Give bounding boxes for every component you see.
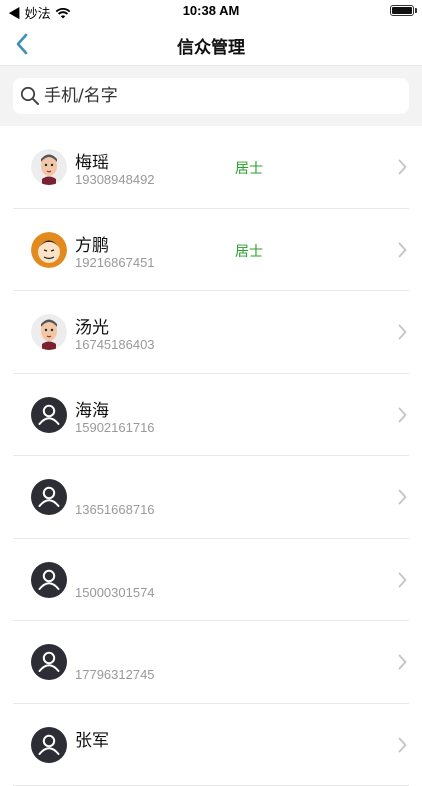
- member-tag: 居士: [235, 158, 263, 178]
- nav-bar: 信众管理: [0, 22, 422, 66]
- list-item[interactable]: 海海 15902161716: [13, 374, 409, 457]
- default-person-icon: [31, 644, 67, 680]
- default-person-icon: [31, 562, 67, 598]
- chevron-right-icon: [395, 734, 409, 756]
- member-name: 海海: [75, 396, 109, 421]
- battery-tip: [415, 8, 417, 13]
- member-name: 汤光: [75, 313, 109, 338]
- member-phone: 17796312745: [75, 667, 155, 682]
- cartoon-face-icon: [31, 232, 67, 268]
- chevron-right-icon: [395, 239, 409, 261]
- chevron-right-icon: [395, 404, 409, 426]
- member-phone: 19308948492: [75, 172, 155, 187]
- member-name: 梅瑶: [75, 148, 109, 173]
- member-phone: 15902161716: [75, 420, 155, 435]
- status-time: 10:38 AM: [0, 3, 422, 18]
- default-person-icon: [31, 397, 67, 433]
- member-phone: 13651668716: [75, 502, 155, 517]
- chevron-right-icon: [395, 651, 409, 673]
- list-item[interactable]: 张军: [13, 704, 409, 786]
- cartoon-face-icon: [31, 314, 67, 350]
- chevron-right-icon: [395, 569, 409, 591]
- search-box[interactable]: [13, 78, 409, 114]
- battery-icon: [390, 5, 414, 16]
- chevron-right-icon: [395, 486, 409, 508]
- chevron-right-icon: [395, 321, 409, 343]
- cartoon-face-icon: [31, 149, 67, 185]
- member-phone: 15000301574: [75, 585, 155, 600]
- list-item[interactable]: 汤光 16745186403: [13, 291, 409, 374]
- member-name: 方鹏: [75, 231, 109, 256]
- default-person-icon: [31, 727, 67, 763]
- chevron-right-icon: [395, 156, 409, 178]
- list-item[interactable]: 梅瑶 19308948492 居士: [13, 126, 409, 209]
- list-item[interactable]: 15000301574: [13, 539, 409, 622]
- default-person-icon: [31, 479, 67, 515]
- member-list: 梅瑶 19308948492 居士 方鹏 19216867451 居士: [0, 126, 422, 786]
- member-tag: 居士: [235, 241, 263, 261]
- search-icon: [20, 86, 40, 106]
- status-bar: ◀ 妙法 10:38 AM: [0, 0, 422, 22]
- member-phone: 16745186403: [75, 337, 155, 352]
- list-item[interactable]: 17796312745: [13, 621, 409, 704]
- search-area: [0, 66, 422, 126]
- member-phone: 19216867451: [75, 255, 155, 270]
- page-title: 信众管理: [0, 33, 422, 58]
- list-item[interactable]: 方鹏 19216867451 居士: [13, 209, 409, 292]
- search-input[interactable]: [44, 81, 394, 111]
- member-name: 张军: [75, 726, 109, 751]
- list-item[interactable]: 13651668716: [13, 456, 409, 539]
